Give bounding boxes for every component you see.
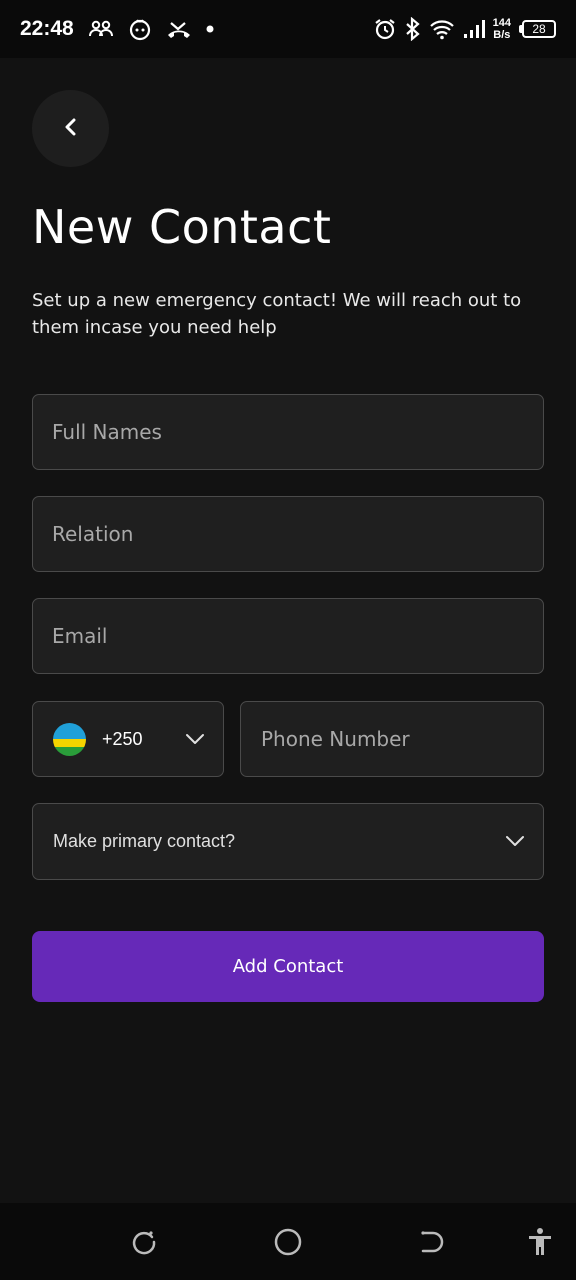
group-icon [88, 19, 114, 39]
phone-field[interactable] [240, 701, 544, 777]
add-contact-button[interactable]: Add Contact [32, 931, 544, 1002]
email-input[interactable] [52, 624, 524, 648]
status-time: 22:48 [20, 17, 74, 40]
email-field[interactable] [32, 598, 544, 674]
rwanda-flag-icon [53, 722, 86, 756]
chevron-down-icon [505, 832, 525, 851]
net-speed: 144 B/s [493, 17, 511, 41]
chevron-down-icon [185, 730, 205, 749]
status-left: 22:48 [20, 17, 214, 41]
primary-contact-label: Make primary contact? [53, 831, 236, 851]
back-icon[interactable] [406, 1203, 456, 1280]
phone-input[interactable] [261, 727, 523, 751]
battery-icon: 28 [519, 20, 556, 38]
battery-level: 28 [522, 20, 556, 38]
alarm-icon [373, 17, 397, 41]
full-names-field[interactable] [32, 394, 544, 470]
relation-input[interactable] [52, 522, 524, 546]
navigation-bar [0, 1203, 576, 1280]
back-button[interactable] [32, 90, 109, 167]
wifi-icon [429, 18, 455, 40]
relation-field[interactable] [32, 496, 544, 572]
page-subtitle: Set up a new emergency contact! We will … [32, 290, 522, 338]
accessibility-icon[interactable] [515, 1203, 565, 1280]
home-icon[interactable] [263, 1203, 313, 1280]
signal-icon [463, 19, 485, 39]
status-bar: 22:48 144 B/s 28 [0, 0, 576, 58]
status-right: 144 B/s 28 [373, 17, 556, 41]
bluetooth-icon [405, 17, 421, 41]
net-speed-unit: B/s [493, 29, 511, 41]
chevron-left-icon [63, 116, 79, 142]
face-icon [128, 17, 152, 41]
dial-code: +250 [102, 728, 143, 749]
net-speed-value: 144 [492, 17, 511, 29]
recents-icon[interactable] [119, 1203, 169, 1280]
dot-icon [206, 25, 214, 33]
country-code-select[interactable]: +250 [32, 701, 224, 777]
primary-contact-select[interactable]: Make primary contact? [32, 803, 544, 880]
page-title: New Contact [32, 200, 332, 254]
missed-call-icon [166, 18, 192, 40]
full-names-input[interactable] [52, 420, 524, 444]
